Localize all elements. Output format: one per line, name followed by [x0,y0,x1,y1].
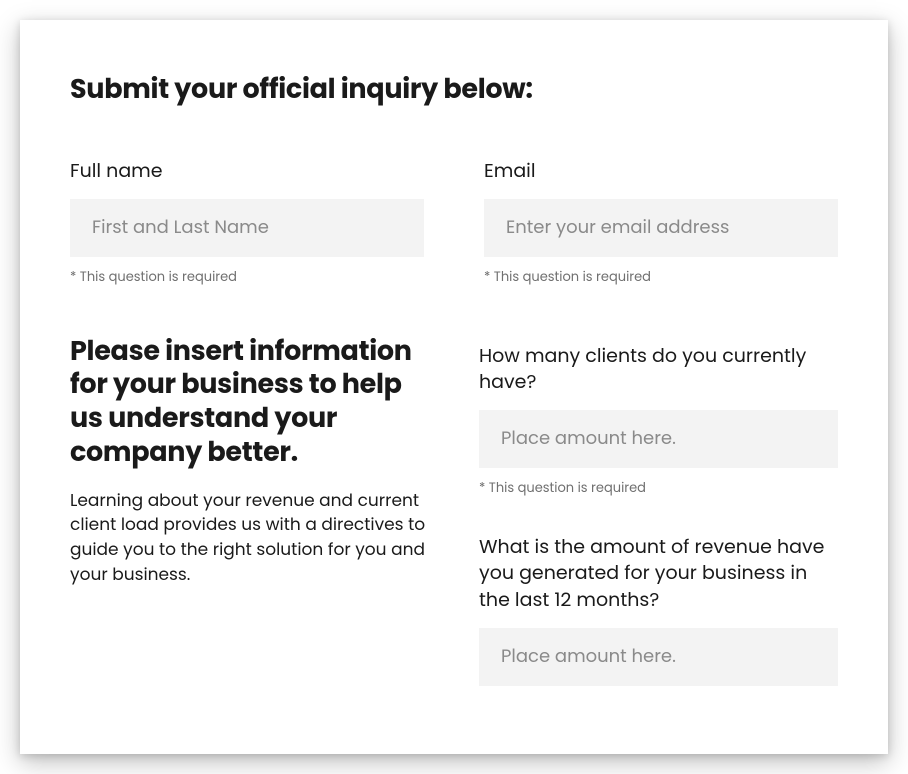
revenue-label: What is the amount of revenue have you g… [479,534,838,614]
business-fields: How many clients do you currently have? … [479,335,838,694]
full-name-label: Full name [70,158,424,185]
form-row-bottom: Please insert information for your busin… [70,335,838,694]
clients-label: How many clients do you currently have? [479,343,838,396]
revenue-input[interactable] [479,628,838,686]
email-required-note: * This question is required [484,267,838,287]
form-title: Submit your official inquiry below: [70,70,838,110]
email-label: Email [484,158,838,185]
clients-required-note: * This question is required [479,478,838,498]
form-row-top: Full name * This question is required Em… [70,158,838,287]
full-name-group: Full name * This question is required [70,158,424,287]
revenue-group: What is the amount of revenue have you g… [479,534,838,686]
clients-input[interactable] [479,410,838,468]
inquiry-form-card: Submit your official inquiry below: Full… [20,20,888,754]
email-group: Email * This question is required [484,158,838,287]
full-name-required-note: * This question is required [70,267,424,287]
clients-group: How many clients do you currently have? … [479,343,838,498]
business-info-paragraph: Learning about your revenue and current … [70,488,429,587]
email-input[interactable] [484,199,838,257]
business-info-heading: Please insert information for your busin… [70,335,429,470]
business-info-section: Please insert information for your busin… [70,335,439,694]
full-name-input[interactable] [70,199,424,257]
